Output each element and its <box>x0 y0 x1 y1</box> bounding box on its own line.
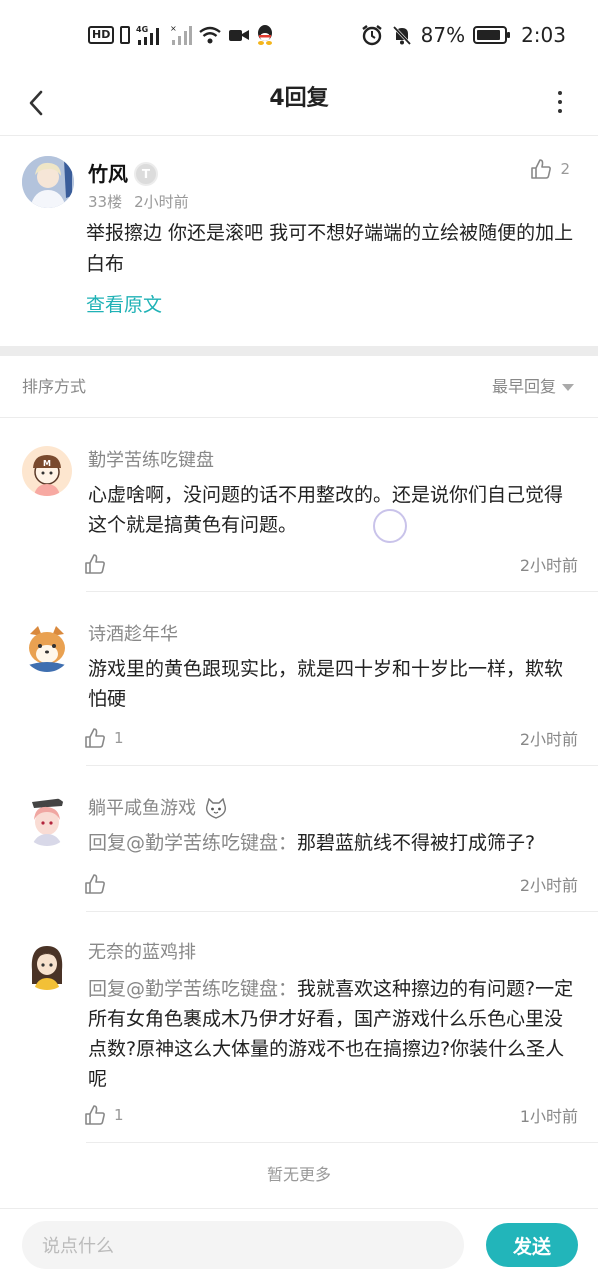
sort-selected-value: 最早回复 <box>491 377 556 396</box>
clock: 2:03 <box>521 23 566 47</box>
like-count: 1 <box>114 1106 124 1124</box>
reply-text: 心虚啥啊，没问题的话不用整改的。还是说你们自己觉得这个就是搞黄色有问题。 <box>88 484 564 536</box>
reply-time: 2小时前 <box>519 730 578 749</box>
reply-author-name[interactable]: 躺平咸鱼游戏 <box>88 796 228 822</box>
post-body: 举报擦边 你还是滚吧 我可不想好端端的立绘被随便的加上白布 <box>86 222 574 275</box>
reply-text: 那碧蓝航线不得被打成筛子? <box>297 832 536 854</box>
hd-icon: HD <box>88 26 115 44</box>
reply-footer: 2小时前 <box>84 869 578 899</box>
svg-text:4G: 4G <box>136 25 148 34</box>
comment-bar: 说点什么 发送 <box>0 1208 598 1280</box>
post-meta: 33楼 2小时前 <box>88 192 189 212</box>
mute-bell-icon <box>392 25 411 46</box>
comment-input[interactable]: 说点什么 <box>22 1221 464 1269</box>
reply-item: M 勤学苦练吃键盘 心虚啥啊，没问题的话不用整改的。还是说你们自己觉得这个就是搞… <box>0 418 598 592</box>
author-name-text: 勤学苦练吃键盘 <box>88 450 214 471</box>
signal-icon: × <box>170 24 193 45</box>
avatar[interactable] <box>22 156 74 208</box>
post-time: 2小时前 <box>134 193 189 211</box>
comment-placeholder: 说点什么 <box>42 1236 114 1257</box>
reply-time: 2小时前 <box>519 876 578 895</box>
battery-icon <box>473 26 511 44</box>
avatar-image <box>22 622 72 672</box>
avatar-image: M <box>22 446 72 496</box>
send-button[interactable]: 发送 <box>486 1223 578 1267</box>
author-name-text: 诗酒趁年华 <box>88 624 178 645</box>
alarm-icon <box>361 25 382 46</box>
like-count: 1 <box>114 729 124 747</box>
thumbs-up-icon <box>531 159 552 179</box>
more-dot-icon <box>558 100 562 104</box>
status-left-icons: HD 4G × <box>88 22 274 48</box>
status-right-icons: 87% 2:03 <box>361 20 566 50</box>
thumbs-up-icon <box>85 874 105 894</box>
author-name-text: 无奈的蓝鸡排 <box>88 942 196 963</box>
reply-author-name[interactable]: 勤学苦练吃键盘 <box>88 448 214 474</box>
reply-footer: 1 1小时前 <box>84 1100 578 1130</box>
like-count: 2 <box>560 160 570 178</box>
qq-icon <box>258 25 273 45</box>
reply-time: 1小时前 <box>519 1107 578 1126</box>
reply-body: 回复@勤学苦练吃键盘：我就喜欢这种擦边的有问题?一定所有女角色裹成木乃伊才好看，… <box>88 974 578 1094</box>
post-author-name[interactable]: 竹风 <box>88 160 128 188</box>
avatar-image <box>22 796 72 846</box>
thumbs-up-icon <box>85 554 105 574</box>
reply-body: 游戏里的黄色跟现实比，就是四十岁和十岁比一样，欺软怕硬 <box>88 654 578 714</box>
reply-like-button[interactable]: 1 <box>84 1104 124 1126</box>
caret-down-icon <box>562 383 574 391</box>
sort-dropdown[interactable]: 最早回复 <box>492 375 574 399</box>
video-icon <box>229 30 250 41</box>
sim-icon <box>120 26 131 44</box>
reply-footer: 2小时前 <box>84 549 578 579</box>
reply-mention[interactable]: 回复@勤学苦练吃键盘： <box>88 978 297 1000</box>
thumbs-up-icon <box>85 1105 105 1125</box>
svg-text:×: × <box>170 24 177 33</box>
avatar[interactable] <box>22 940 72 990</box>
top-nav-bar: 4回复 <box>0 70 598 136</box>
reply-body: 回复@勤学苦练吃键盘：那碧蓝航线不得被打成筛子? <box>88 828 578 858</box>
reply-author-name[interactable]: 诗酒趁年华 <box>88 622 178 648</box>
battery-percent: 87% <box>420 23 466 47</box>
sort-label: 排序方式 <box>22 377 87 396</box>
reply-body: 心虚啥啊，没问题的话不用整改的。还是说你们自己觉得这个就是搞黄色有问题。 <box>88 480 578 540</box>
status-bar: HD 4G × 87% 2:03 <box>0 0 598 70</box>
post-like-button[interactable]: 2 <box>530 158 570 180</box>
touch-indicator <box>373 509 407 543</box>
reply-item: 诗酒趁年华 游戏里的黄色跟现实比，就是四十岁和十岁比一样，欺软怕硬 1 2小时前 <box>0 592 598 766</box>
floor-number: 33楼 <box>88 193 123 211</box>
avatar[interactable]: M <box>22 446 72 496</box>
avatar-image <box>22 940 72 990</box>
more-options-button[interactable] <box>544 84 576 120</box>
reply-footer: 1 2小时前 <box>84 723 578 753</box>
reply-like-button[interactable] <box>84 873 106 895</box>
4g-signal-icon: 4G <box>136 25 160 45</box>
section-divider <box>0 346 598 356</box>
sort-bar: 排序方式 最早回复 <box>0 356 598 418</box>
no-more-indicator: 暂无更多 <box>266 1165 331 1184</box>
cat-badge-icon <box>206 798 226 819</box>
reply-mention[interactable]: 回复@勤学苦练吃键盘： <box>88 832 297 854</box>
avatar-image <box>22 156 74 208</box>
svg-text:M: M <box>43 459 51 468</box>
reply-text: 游戏里的黄色跟现实比，就是四十岁和十岁比一样，欺软怕硬 <box>88 658 564 710</box>
author-name-text: 躺平咸鱼游戏 <box>88 798 196 819</box>
avatar[interactable] <box>22 622 72 672</box>
reply-item: 躺平咸鱼游戏 回复@勤学苦练吃键盘：那碧蓝航线不得被打成筛子? 2小时前 <box>0 766 598 912</box>
page-title: 4回复 <box>269 86 329 111</box>
more-dot-icon <box>558 109 562 113</box>
reply-item: 无奈的蓝鸡排 回复@勤学苦练吃键盘：我就喜欢这种擦边的有问题?一定所有女角色裹成… <box>0 912 598 1144</box>
level-badge: T <box>134 162 158 186</box>
avatar[interactable] <box>22 796 72 846</box>
reply-time: 2小时前 <box>519 556 578 575</box>
reply-divider <box>86 1142 598 1143</box>
reply-like-button[interactable]: 1 <box>84 727 124 749</box>
more-dot-icon <box>558 91 562 95</box>
view-original-link[interactable]: 查看原文 <box>86 291 162 319</box>
wifi-icon <box>199 26 222 44</box>
thumbs-up-icon <box>85 728 105 748</box>
main-post: 竹风 T 2 33楼 2小时前 举报擦边 你还是滚吧 我可不想好端端的立绘被随便的… <box>0 136 598 346</box>
reply-author-name[interactable]: 无奈的蓝鸡排 <box>88 940 196 966</box>
reply-like-button[interactable] <box>84 553 106 575</box>
